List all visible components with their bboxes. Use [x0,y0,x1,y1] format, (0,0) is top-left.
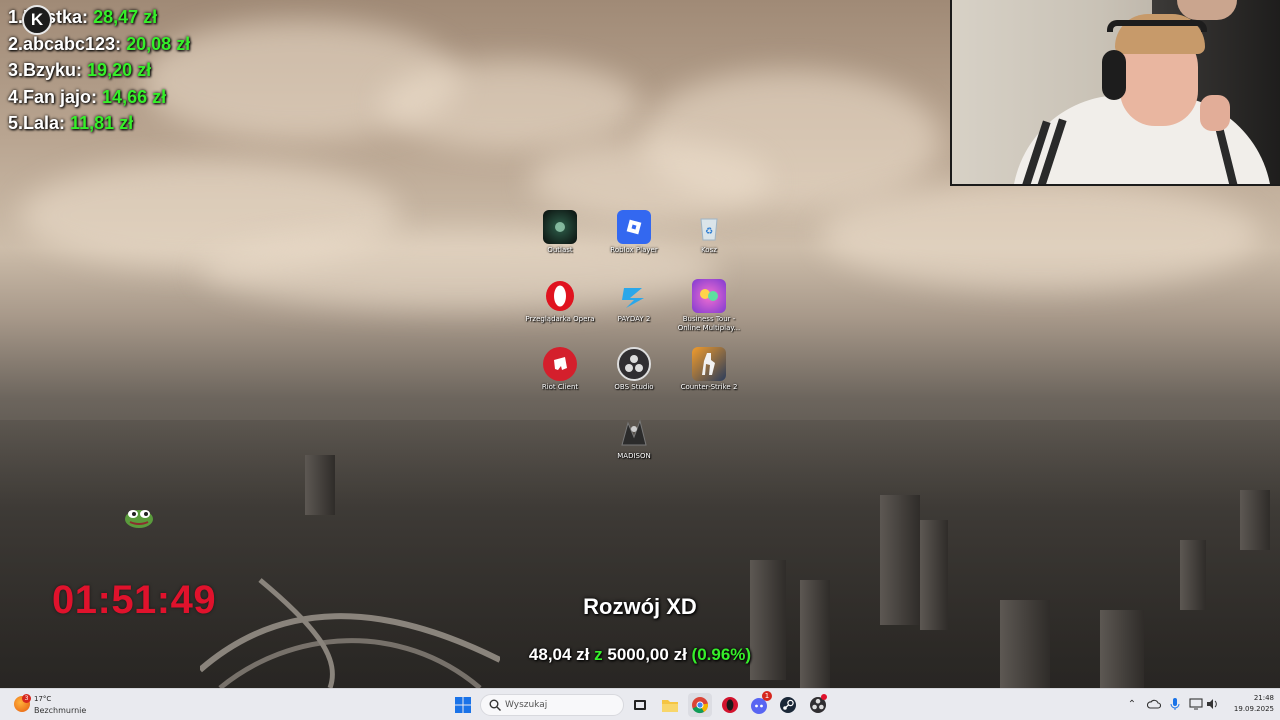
leaderboard-row: 5.Lala: 11,81 zł [8,113,134,133]
start-button[interactable] [451,693,475,717]
desktop-icon-riot-client[interactable]: Riot Client [522,347,598,392]
donation-goal-title: Rozwój XD [583,594,697,619]
leaderboard-row: 4.Fan jajo: 14,66 zł [8,86,167,107]
leaderboard-row: 3.Bzyku: 19,20 zł [8,60,152,80]
search-placeholder: Wyszukaj [505,700,548,710]
kick-logo-icon: K [22,5,52,35]
obs-taskbar-button[interactable] [806,693,830,717]
leaderboard-row: 2.abcabc123: 20,08 zł [8,33,191,54]
weather-badge: 3 [22,694,31,703]
discord-button[interactable]: 1 [748,691,772,717]
tray-volume[interactable] [1205,696,1221,712]
chrome-icon [692,697,709,714]
opera-gx-button[interactable] [718,693,742,717]
donation-goal-progress: 48,04 zł z 5000,00 zł (0.96%) [528,645,752,664]
riot-icon [543,347,577,381]
stream-timer: 01:51:49 [52,578,217,622]
windows-start-icon [455,697,471,713]
desktop-icon-roblox[interactable]: Roblox Player [596,210,672,255]
desktop-icon-outlast[interactable]: Outlast [522,210,598,255]
payday-icon [617,279,651,313]
weather-description: Bezchmurnie [34,706,87,715]
obs-icon [617,347,651,381]
steam-icon [780,697,796,713]
tray-overflow-button[interactable]: ⌃ [1124,696,1140,712]
desktop-icon-opera[interactable]: Przeglądarka Opera [522,279,598,324]
tray-microphone[interactable] [1167,696,1183,712]
tray-display[interactable] [1188,696,1204,712]
discord-notification-badge: 1 [762,691,772,701]
taskbar-clock[interactable]: 21:48 19.09.2025 [1222,693,1274,715]
chevron-up-icon: ⌃ [1127,698,1137,710]
opera-gx-icon [722,697,738,713]
search-icon [489,699,501,711]
steam-button[interactable] [776,693,800,717]
weather-temperature: 17°C [34,695,52,703]
taskbar-search-box[interactable]: Wyszukaj [480,694,624,716]
madison-icon [617,416,651,450]
recording-dot-icon [821,694,827,700]
highway-interchange [200,578,500,688]
outlast-icon [543,210,577,244]
desktop-icon-counter-strike[interactable]: Counter-Strike 2 [671,347,747,392]
chrome-button[interactable] [688,693,712,717]
desktop-icon-obs[interactable]: OBS Studio [596,347,672,392]
opera-icon [543,279,577,313]
clock-time: 21:48 [1253,694,1274,702]
monitor-icon [1189,698,1203,710]
clock-date: 19.09.2025 [1233,705,1274,713]
svg-text:♻: ♻ [705,227,713,237]
microphone-icon [1170,698,1180,710]
desktop-icon-madison[interactable]: MADISON [596,416,672,461]
frog-emote-icon [125,510,153,528]
recycle-bin-icon: ♻ [692,210,726,244]
desktop-icon-recycle-bin[interactable]: ♻ Kosz [671,210,747,255]
counter-strike-icon [692,347,726,381]
taskbar: 3 17°C Bezchmurnie Wyszukaj 1 ⌃ 21:48 19… [0,688,1280,720]
business-tour-icon [692,279,726,313]
task-view-button[interactable] [628,693,652,717]
weather-widget[interactable]: 3 17°C Bezchmurnie [14,693,104,717]
desktop-icon-payday[interactable]: PAYDAY 2 [596,279,672,324]
cloud-icon [1147,699,1161,709]
task-view-icon [634,700,646,710]
webcam-feed [950,0,1280,186]
file-explorer-button[interactable] [658,693,682,717]
file-explorer-icon [662,700,678,712]
tray-network-status[interactable] [1146,696,1162,712]
desktop-icon-business-tour[interactable]: Business Tour - Online Multiplay... [671,279,747,333]
roblox-icon [617,210,651,244]
speaker-icon [1207,699,1217,709]
